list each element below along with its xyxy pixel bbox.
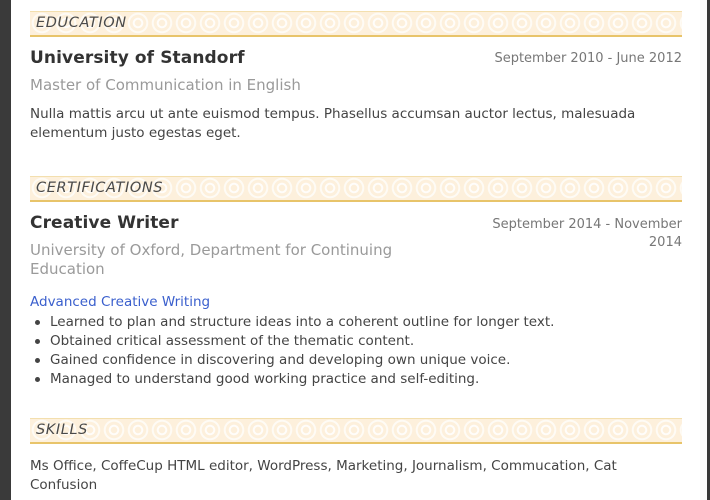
education-header: EDUCATION <box>30 11 682 37</box>
education-entry: University of Standorf September 2010 - … <box>30 47 682 143</box>
education-section: EDUCATION University of Standorf Septemb… <box>30 11 682 143</box>
education-title: EDUCATION <box>36 14 127 33</box>
window-left-border <box>0 0 11 500</box>
date-line: 2014 <box>648 235 682 250</box>
skills-title: SKILLS <box>36 421 88 440</box>
bullet-icon <box>35 320 40 325</box>
list-item-text: Learned to plan and structure ideas into… <box>50 314 555 330</box>
skills-line: Ms Office, CoffeCup HTML editor, WordPre… <box>30 458 617 474</box>
date-line: September 2014 - November <box>492 217 682 232</box>
list-item-text: Gained confidence in discovering and dev… <box>50 352 511 368</box>
degree-name: Master of Communication in English <box>30 76 301 94</box>
resume-page: EDUCATION University of Standorf Septemb… <box>0 0 710 500</box>
education-description: Nulla mattis arcu ut ante euismod tempus… <box>30 105 682 143</box>
education-date: September 2010 - June 2012 <box>494 51 682 66</box>
certification-date: September 2014 - November 2014 <box>492 216 682 252</box>
course-block: Advanced Creative Writing <box>30 291 682 312</box>
description-line: Nulla mattis arcu ut ante euismod tempus… <box>30 106 636 122</box>
list-item: Gained confidence in discovering and dev… <box>35 351 682 370</box>
list-item: Managed to understand good working pract… <box>35 370 682 389</box>
bullet-icon <box>35 377 40 382</box>
list-item-text: Managed to understand good working pract… <box>50 371 480 387</box>
skills-header: SKILLS <box>30 418 682 444</box>
bullet-icon <box>35 339 40 344</box>
skills-line: Confusion <box>30 477 98 493</box>
achievement-list: Learned to plan and structure ideas into… <box>30 313 682 389</box>
certification-entry: Creative Writer September 2014 - Novembe… <box>30 212 682 389</box>
list-item: Obtained critical assessment of the them… <box>35 332 682 351</box>
skills-list: Ms Office, CoffeCup HTML editor, WordPre… <box>30 457 682 495</box>
skills-section: SKILLS Ms Office, CoffeCup HTML editor, … <box>30 418 682 495</box>
description-line: elementum justo egestas eget. <box>30 125 241 141</box>
bullet-icon <box>35 358 40 363</box>
course-link[interactable]: Advanced Creative Writing <box>30 294 210 310</box>
list-item: Learned to plan and structure ideas into… <box>35 313 682 332</box>
list-item-text: Obtained critical assessment of the them… <box>50 333 415 349</box>
certifications-title: CERTIFICATIONS <box>36 179 164 198</box>
certifications-header: CERTIFICATIONS <box>30 176 682 202</box>
issuer-line: Education <box>30 260 105 278</box>
certifications-section: CERTIFICATIONS Creative Writer September… <box>30 176 682 389</box>
